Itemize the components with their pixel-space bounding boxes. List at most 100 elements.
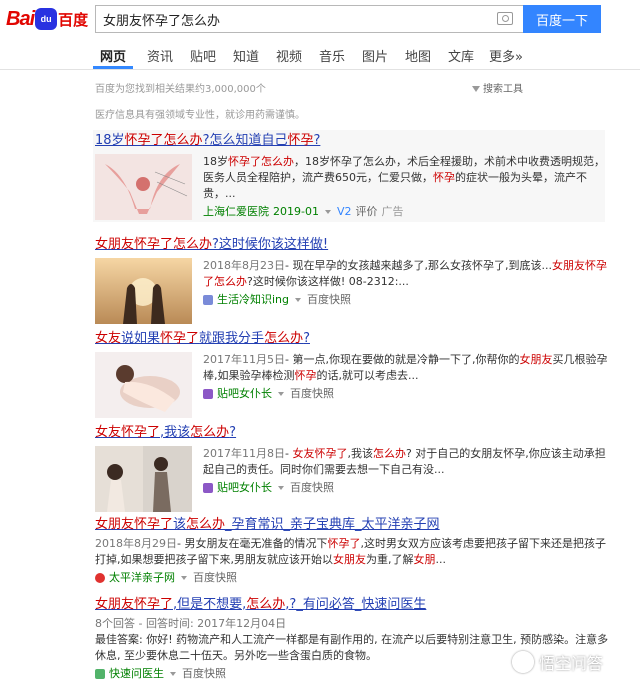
chevron-down-icon[interactable] [278,392,284,396]
tab-video[interactable]: 视频 [276,46,302,65]
search-button[interactable]: 百度一下 [523,5,601,33]
snapshot-link[interactable]: 百度快照 [290,480,334,496]
highlighted-keyword: 女友怀孕了 [95,425,161,440]
review-link[interactable]: 评价 [356,204,378,220]
result-4: 女友怀孕了,我该怎么办? 2017年11月8日- 女友怀孕了,我该怎么办? 对于… [95,424,606,512]
highlighted-keyword: 怀孕 [294,369,317,382]
snapshot-link[interactable]: 百度快照 [182,666,226,682]
text-segment: ,我该 [160,425,191,440]
result-snippet: 2017年11月5日- 第一点,你现在要做的就是冷静一下了,你帮你的女朋友买几根… [203,352,613,402]
active-tab-indicator [93,66,133,69]
text-segment: 的话,就可以考虑去... [316,369,419,382]
tab-map[interactable]: 地图 [405,46,431,65]
search-tools[interactable]: 搜索工具 [472,80,523,95]
ad-label: 广告 [381,205,404,218]
source-icon [203,483,213,493]
highlighted-keyword: 怎么办 [246,597,286,612]
highlighted-keyword: 怀孕 [287,133,314,148]
result-1: 18岁怀孕了怎么办?怎么知道自己怀孕? 18岁怀孕了怎么办，18岁怀孕了怎么办，… [95,132,605,220]
snapshot-link[interactable]: 百度快照 [307,292,351,308]
result-title[interactable]: 女朋友怀孕了怎么办?这时候你该这样做! [95,236,605,254]
highlighted-keyword: 女朋友 [519,353,553,366]
chevron-down-icon[interactable] [295,298,302,302]
highlighted-keyword: 女朋友 [333,553,366,566]
source-icon [95,573,105,583]
highlighted-keyword: 女朋友怀孕了怎么办 [95,237,213,252]
text-segment: ? [229,425,237,440]
text-segment: 为重,了解 [366,553,414,566]
result-count: 百度为您找到相关结果约3,000,000个 [95,84,266,95]
search-header: Bai du 百度 百度一下 [0,0,640,40]
result-thumbnail[interactable] [95,446,192,512]
highlighted-keyword: 女友怀孕了 [292,447,348,460]
result-3: 女友说如果怀孕了就跟我分手怎么办? 2017年11月5日- 第一点,你现在要做的… [95,330,607,418]
text-segment: ,我该 [347,447,373,460]
source-icon [203,389,213,399]
result-snippet: 2017年11月8日- 女友怀孕了,我该怎么办? 对于自己的女朋友怀孕,你应该主… [203,446,613,496]
result-source: 上海仁爱医院 2019-01 V2 评价 广告 [203,204,404,220]
search-box [95,5,523,33]
result-title[interactable]: 女朋友怀孕了该怎么办_孕育常识_亲子宝典库_太平洋亲子网 [95,516,605,534]
verified-badge: V2 [336,205,352,218]
text-segment: ,但是不想要, [173,597,247,612]
highlighted-keyword: 怀孕 [433,171,455,184]
tab-news[interactable]: 资讯 [147,46,173,65]
result-thumbnail[interactable] [95,352,192,418]
highlighted-keyword: 女朋 [413,553,436,566]
text-segment: _孕育常识_亲子宝典库_太平洋亲子网 [225,517,440,532]
text-segment: ?这时候你该这样做! 08-2312:... [247,275,409,288]
tab-wenku[interactable]: 文库 [448,46,474,65]
wukong-icon [512,651,534,673]
result-source: 贴吧女仆长 百度快照 [203,386,613,402]
result-title[interactable]: 女友说如果怀孕了就跟我分手怎么办? [95,330,605,348]
result-thumbnail[interactable] [95,258,192,324]
text-segment: - 现在早孕的女孩越来越多了,那么女孩怀孕了,到底该... [285,259,552,272]
result-source: 生活冷知识ing 百度快照 [203,292,613,308]
highlighted-keyword: 怎么办 [186,517,226,532]
text-segment: ?这时候你该这样做! [212,237,329,252]
search-input[interactable] [96,6,486,32]
highlighted-keyword: 怀孕了 [327,537,361,550]
text-segment: ? [303,331,310,346]
highlighted-keyword: 女朋友怀孕了 [95,517,174,532]
highlighted-keyword: 怎么办 [264,331,304,346]
camera-icon[interactable] [497,12,513,25]
highlighted-keyword: 怎么办 [372,447,406,460]
watermark: 悟空问答 [512,650,603,674]
chevron-down-icon[interactable] [170,672,176,676]
tab-more[interactable]: 更多» [489,46,523,65]
chevron-down-icon[interactable] [324,210,331,214]
result-source: 贴吧女仆长 百度快照 [203,480,613,496]
text-segment: 18岁 [95,133,125,148]
result-5: 女朋友怀孕了该怎么办_孕育常识_亲子宝典库_太平洋亲子网 2018年8月29日-… [95,516,606,584]
tab-images[interactable]: 图片 [362,46,388,65]
tab-tieba[interactable]: 贴吧 [190,46,216,65]
highlighted-keyword: 怀孕了怎么办 [124,133,203,148]
result-title[interactable]: 18岁怀孕了怎么办?怎么知道自己怀孕? [95,132,605,150]
text-segment: 说如果 [121,331,161,346]
result-6: 女朋友怀孕了,但是不想要,怎么办,?_有问必答_快速问医生 8个回答 - 回答时… [95,596,608,680]
result-title[interactable]: 女友怀孕了,我该怎么办? [95,424,605,442]
highlighted-keyword: 女友 [95,331,122,346]
chevron-down-icon[interactable] [278,486,284,490]
chevron-down-icon[interactable] [181,576,187,580]
result-snippet: 2018年8月23日- 现在早孕的女孩越来越多了,那么女孩怀孕了,到底该...女… [203,258,613,308]
snapshot-link[interactable]: 百度快照 [290,386,334,402]
source-icon [95,669,105,679]
result-title[interactable]: 女朋友怀孕了,但是不想要,怎么办,?_有问必答_快速问医生 [95,596,605,614]
result-thumbnail[interactable] [95,154,192,220]
paw-icon: du [35,8,58,30]
highlighted-keyword: 怀孕了 [160,331,200,346]
text-segment: - 第一点,你现在要做的就是冷静一下了,你帮你的 [285,353,520,366]
tab-zhidao[interactable]: 知道 [233,46,259,65]
source-icon [203,295,213,305]
result-source: 太平洋亲子网 百度快照 [95,570,615,586]
highlighted-keyword: 女朋友怀孕了 [95,597,174,612]
tab-music[interactable]: 音乐 [319,46,345,65]
snapshot-link[interactable]: 百度快照 [193,570,237,586]
highlighted-keyword: 怀孕了怎么办 [228,155,294,168]
result-snippet: 2018年8月29日- 男女朋友在毫无准备的情况下怀孕了,这时男女双方应该考虑要… [95,536,615,586]
baidu-logo[interactable]: Bai du 百度 [6,4,90,34]
tab-web[interactable]: 网页 [100,46,126,65]
text-segment: 该 [173,517,187,532]
